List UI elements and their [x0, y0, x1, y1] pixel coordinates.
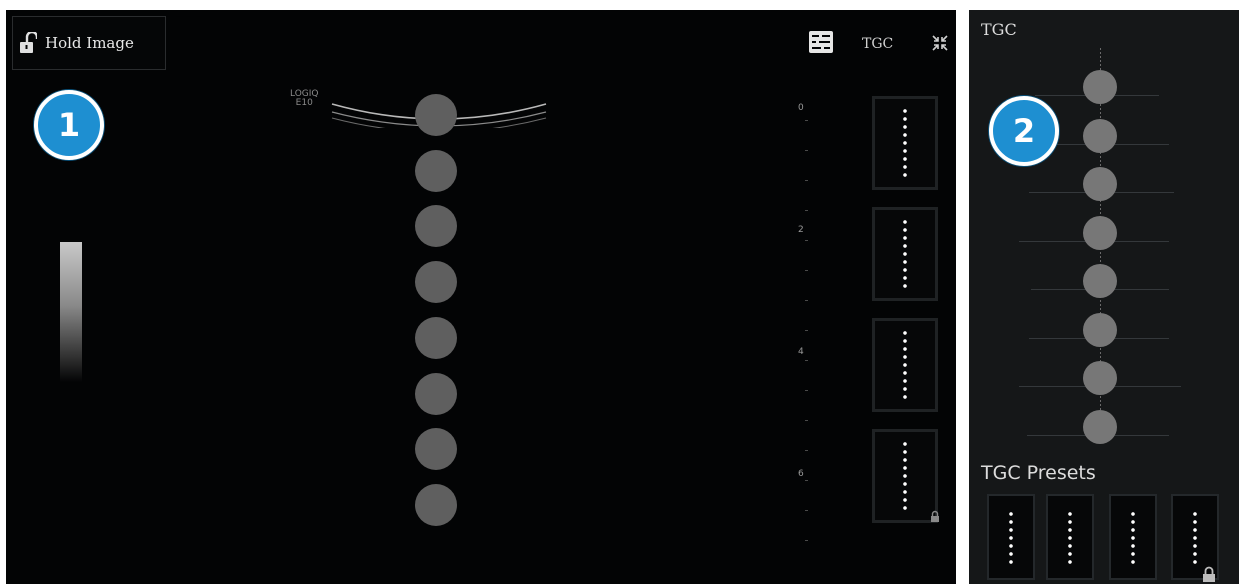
callout-number-2: 2: [989, 96, 1059, 166]
tgc-panel-title: TGC: [981, 20, 1017, 39]
tgc-slider-knob[interactable]: [1083, 70, 1117, 104]
depth-scale-label: 4: [798, 347, 804, 357]
depth-scale-tick: [805, 270, 808, 271]
tab-tgc[interactable]: TGC: [862, 36, 893, 52]
depth-scale-tick: [805, 300, 808, 301]
tgc-slider-knob[interactable]: [1083, 215, 1117, 250]
tgc-preset-curve: [1131, 510, 1135, 564]
depth-scale-tick: [805, 360, 808, 361]
tgc-preset-button[interactable]: [872, 318, 938, 412]
probe-logo-line2: E10: [295, 98, 313, 108]
lock-icon: [1203, 566, 1215, 582]
tgc-slider-knob[interactable]: [415, 483, 457, 526]
tgc-preset-curve: [903, 329, 907, 401]
tgc-preset-curve: [1193, 510, 1197, 564]
depth-scale-tick: [805, 540, 808, 541]
tgc-slider-knob[interactable]: [1083, 409, 1117, 444]
tgc-side-panel: TGC 2 TGC Presets: [969, 10, 1239, 584]
depth-scale-label: 2: [798, 225, 804, 235]
depth-scale-tick: [805, 480, 808, 481]
tgc-slider-knob[interactable]: [415, 372, 457, 415]
tgc-preset-curve: [903, 440, 907, 512]
depth-scale-tick: [805, 240, 808, 241]
tgc-preset-button[interactable]: [872, 96, 938, 190]
tgc-slider-knob[interactable]: [1083, 361, 1117, 395]
depth-scale-tick: [805, 210, 808, 211]
tgc-slider-knob[interactable]: [1083, 312, 1117, 347]
collapse-icon[interactable]: [931, 34, 949, 52]
tgc-slider-knob[interactable]: [415, 94, 457, 136]
tgc-preset-curve: [903, 218, 907, 290]
tgc-preset-button[interactable]: [987, 494, 1035, 580]
depth-scale-tick: [805, 510, 808, 511]
tgc-preset-curve: [1009, 510, 1013, 564]
tgc-slider-knob[interactable]: [1083, 264, 1117, 298]
tgc-slider-knob[interactable]: [415, 149, 457, 192]
gray-scale-bar: [60, 242, 82, 382]
tgc-slider-knob[interactable]: [415, 316, 457, 359]
tgc-preset-curve: [1068, 510, 1072, 564]
tgc-slider-knob[interactable]: [415, 261, 457, 304]
main-touch-screen: Hold Image 1 LOGIQ E10 TGC 02468: [6, 10, 956, 584]
depth-scale-tick: [805, 420, 808, 421]
depth-scale-tick: [805, 120, 808, 121]
tgc-preset-button[interactable]: [872, 207, 938, 301]
tgc-presets-title: TGC Presets: [981, 462, 1096, 484]
tgc-slider-knob[interactable]: [1083, 167, 1117, 201]
probe-logo: LOGIQ E10: [290, 90, 319, 108]
callout-number-1: 1: [34, 90, 104, 160]
depth-scale-tick: [805, 330, 808, 331]
lock-icon: [931, 510, 939, 522]
depth-scale-label: 0: [798, 103, 804, 113]
tgc-preset-button[interactable]: [1046, 494, 1094, 580]
depth-scale-tick: [805, 390, 808, 391]
unlock-icon: [20, 32, 37, 53]
hold-image-label: Hold Image: [45, 34, 134, 52]
depth-scale-label: 6: [798, 469, 804, 479]
tgc-preset-button[interactable]: [1109, 494, 1157, 580]
tgc-preset-curve: [903, 107, 907, 179]
depth-scale-tick: [805, 150, 808, 151]
tgc-slider-knob[interactable]: [415, 428, 457, 471]
tgc-slider-knob[interactable]: [415, 205, 457, 248]
depth-scale-tick: [805, 450, 808, 451]
tgc-preset-button[interactable]: [872, 429, 938, 523]
sliders-menu-icon[interactable]: [808, 30, 834, 54]
hold-image-button[interactable]: Hold Image: [12, 16, 166, 70]
depth-scale-tick: [805, 180, 808, 181]
tgc-slider-knob[interactable]: [1083, 118, 1117, 153]
